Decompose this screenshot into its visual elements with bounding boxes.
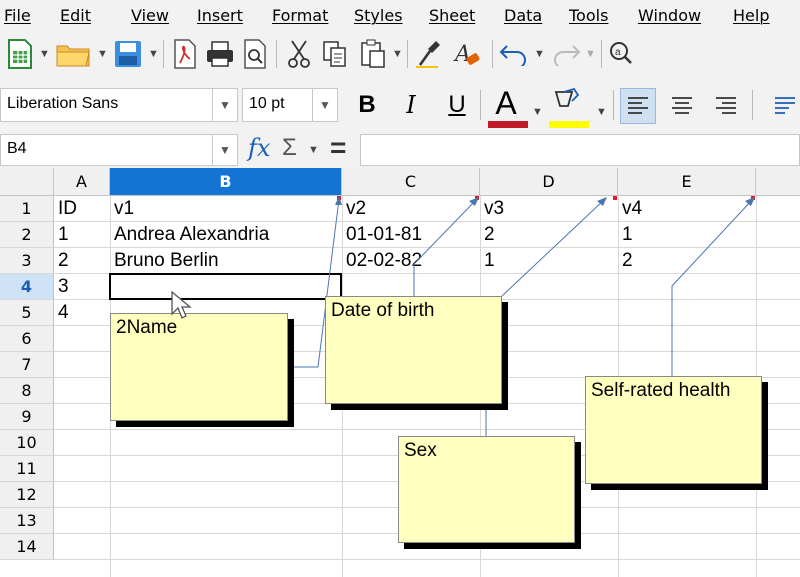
save-dropdown-icon[interactable]: ▼: [148, 48, 159, 60]
chevron-down-icon[interactable]: ▼: [312, 89, 337, 121]
standard-toolbar: ▼ ▼ ▼ ▼ A ▼ ▼ a: [0, 30, 800, 78]
svg-text:a: a: [615, 47, 621, 58]
menu-file[interactable]: File: [4, 6, 31, 25]
name-box[interactable]: B4 ▼: [0, 134, 238, 166]
spreadsheet-grid: A B C D E 1 2 3 4 5 6 7 8 9 10 11 12 13 …: [0, 168, 800, 577]
menu-tools[interactable]: Tools: [569, 6, 608, 25]
comment-text: Date of birth: [331, 300, 435, 321]
highlight-dropdown-icon[interactable]: ▼: [596, 106, 607, 118]
comment-note-date-of-birth[interactable]: Date of birth: [325, 296, 502, 404]
sum-button[interactable]: Σ: [282, 134, 297, 162]
open-dropdown-icon[interactable]: ▼: [97, 48, 108, 60]
separator: [492, 40, 493, 68]
separator: [752, 90, 753, 120]
formula-bar: B4 ▼ fx Σ ▼ =: [0, 132, 800, 169]
align-center-button[interactable]: [664, 88, 700, 124]
separator: [276, 40, 277, 68]
comment-note-sex[interactable]: Sex: [398, 436, 575, 543]
clone-formatting-icon[interactable]: [413, 38, 443, 70]
formula-input[interactable]: [360, 134, 800, 166]
undo-dropdown-icon[interactable]: ▼: [534, 48, 545, 60]
menu-format[interactable]: Format: [272, 6, 328, 25]
menu-styles[interactable]: Styles: [354, 6, 403, 25]
font-color-button[interactable]: A: [486, 84, 526, 122]
separator: [480, 90, 481, 120]
font-color-label: A: [495, 84, 517, 121]
comment-note-self-rated-health[interactable]: Self-rated health: [585, 376, 762, 484]
font-name-combo[interactable]: Liberation Sans ▼: [0, 88, 238, 122]
comment-text: Self-rated health: [591, 380, 731, 401]
separator: [407, 40, 408, 68]
comment-text: Sex: [404, 440, 437, 461]
font-size-combo[interactable]: 10 pt ▼: [242, 88, 338, 122]
chevron-down-icon[interactable]: ▼: [212, 135, 237, 165]
menu-sheet[interactable]: Sheet: [429, 6, 475, 25]
font-color-dropdown-icon[interactable]: ▼: [532, 106, 543, 118]
mouse-pointer-icon: [171, 290, 192, 319]
clear-formatting-icon[interactable]: A: [450, 38, 484, 70]
font-color-swatch: [488, 121, 528, 128]
wrap-text-icon[interactable]: [770, 88, 800, 124]
separator: [613, 90, 614, 120]
comment-note-name[interactable]: 2Name: [110, 313, 288, 421]
cell-reference: B4: [7, 140, 27, 157]
bold-button[interactable]: B: [352, 88, 382, 122]
print-icon[interactable]: [204, 38, 236, 70]
redo-icon[interactable]: [550, 38, 582, 70]
export-pdf-icon[interactable]: [170, 38, 200, 70]
open-folder-icon[interactable]: [54, 38, 94, 70]
svg-text:A: A: [453, 42, 471, 67]
sum-dropdown-icon[interactable]: ▼: [308, 144, 319, 156]
paste-icon[interactable]: [358, 38, 388, 70]
chevron-down-icon[interactable]: ▼: [212, 89, 237, 121]
highlight-icon[interactable]: [548, 86, 588, 120]
underline-button[interactable]: U: [442, 88, 472, 122]
menu-bar: File Edit View Insert Format Styles Shee…: [0, 0, 800, 30]
menu-view[interactable]: View: [131, 6, 169, 25]
save-icon[interactable]: [112, 38, 144, 70]
new-dropdown-icon[interactable]: ▼: [39, 48, 50, 60]
italic-button[interactable]: I: [396, 88, 426, 122]
find-replace-icon[interactable]: a: [606, 38, 640, 70]
font-size-value: 10 pt: [249, 95, 285, 112]
font-name-value: Liberation Sans: [7, 95, 119, 112]
formula-button[interactable]: =: [330, 132, 346, 164]
separator: [601, 40, 602, 68]
undo-icon[interactable]: [498, 38, 530, 70]
paste-dropdown-icon[interactable]: ▼: [392, 48, 403, 60]
align-left-button[interactable]: [620, 88, 656, 124]
comment-text: 2Name: [116, 317, 178, 338]
menu-data[interactable]: Data: [504, 6, 542, 25]
new-spreadsheet-icon[interactable]: [4, 38, 36, 70]
separator: [163, 40, 164, 68]
function-wizard-button[interactable]: fx: [248, 134, 270, 162]
menu-insert[interactable]: Insert: [197, 6, 243, 25]
menu-edit[interactable]: Edit: [60, 6, 91, 25]
copy-icon[interactable]: [320, 38, 350, 70]
formatting-toolbar: Liberation Sans ▼ 10 pt ▼ B I U A ▼ ▼: [0, 78, 800, 132]
align-right-button[interactable]: [708, 88, 744, 124]
redo-dropdown-icon[interactable]: ▼: [585, 48, 596, 60]
menu-window[interactable]: Window: [638, 6, 701, 25]
cut-icon[interactable]: [284, 38, 314, 70]
print-preview-icon[interactable]: [240, 38, 270, 70]
menu-help[interactable]: Help: [733, 6, 769, 25]
highlight-color-swatch: [549, 121, 589, 128]
